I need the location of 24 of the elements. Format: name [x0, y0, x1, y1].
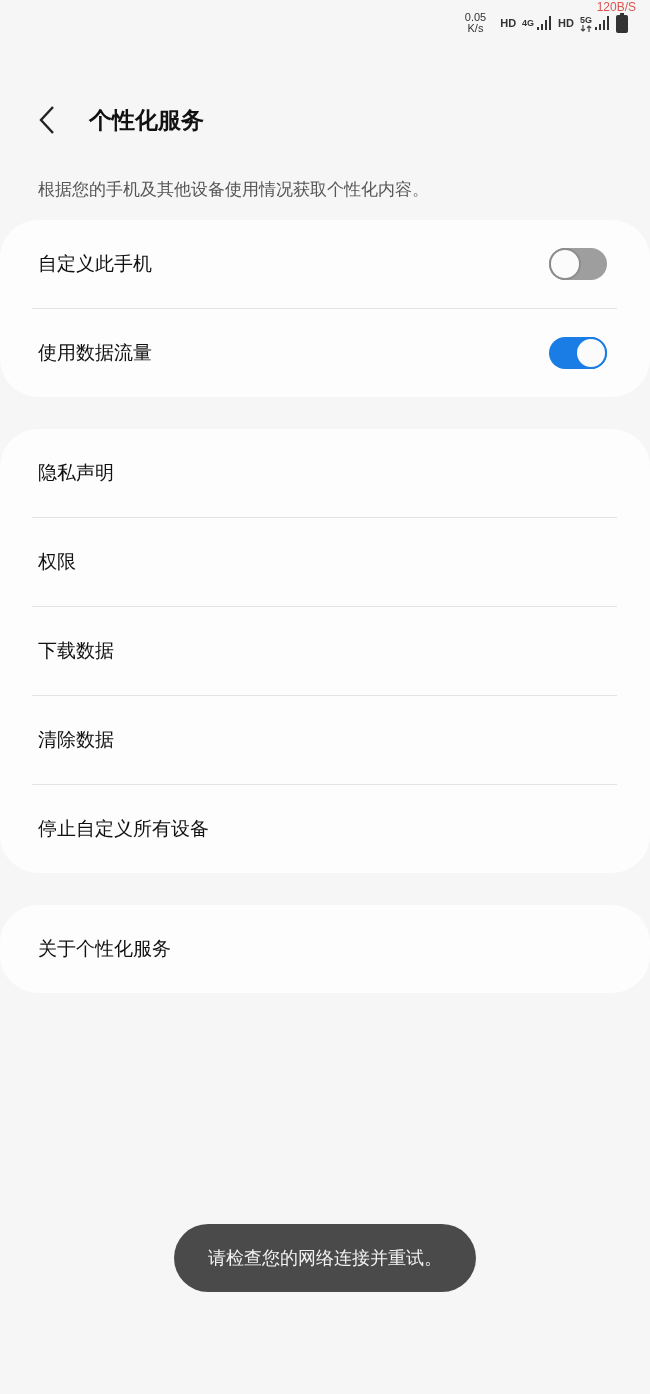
settings-item[interactable]: 关于个性化服务 [0, 905, 650, 993]
settings-item[interactable]: 权限 [0, 518, 650, 606]
network-speed: 120B/S [596, 0, 636, 14]
toast-message: 请检查您的网络连接并重试。 [174, 1224, 476, 1292]
network-speed: 0.05 [464, 12, 487, 23]
settings-item[interactable]: 下载数据 [0, 607, 650, 695]
battery-icon [616, 13, 628, 33]
settings-item[interactable]: 隐私声明 [0, 429, 650, 517]
toggle-switch[interactable] [549, 248, 607, 280]
description-text: 根据您的手机及其他设备使用情况获取个性化内容。 [38, 178, 430, 201]
signal-icon [536, 15, 553, 31]
hd-indicator: HD [500, 17, 517, 29]
settings-item[interactable]: 清除数据 [0, 696, 650, 784]
setting-label: 自定义此手机 [38, 251, 153, 276]
signal-icon [594, 15, 610, 31]
data-arrows-icon [580, 24, 592, 32]
network-speed-unit: K/s [467, 23, 484, 34]
network-type: 4G [522, 18, 535, 28]
settings-item[interactable]: 停止自定义所有设备 [0, 785, 650, 873]
toggle-switch[interactable] [549, 337, 607, 369]
hd-indicator: HD [558, 17, 574, 29]
page-title: 个性化服务 [89, 105, 204, 135]
network-type: 5G [580, 14, 592, 25]
setting-label: 使用数据流量 [38, 340, 153, 365]
